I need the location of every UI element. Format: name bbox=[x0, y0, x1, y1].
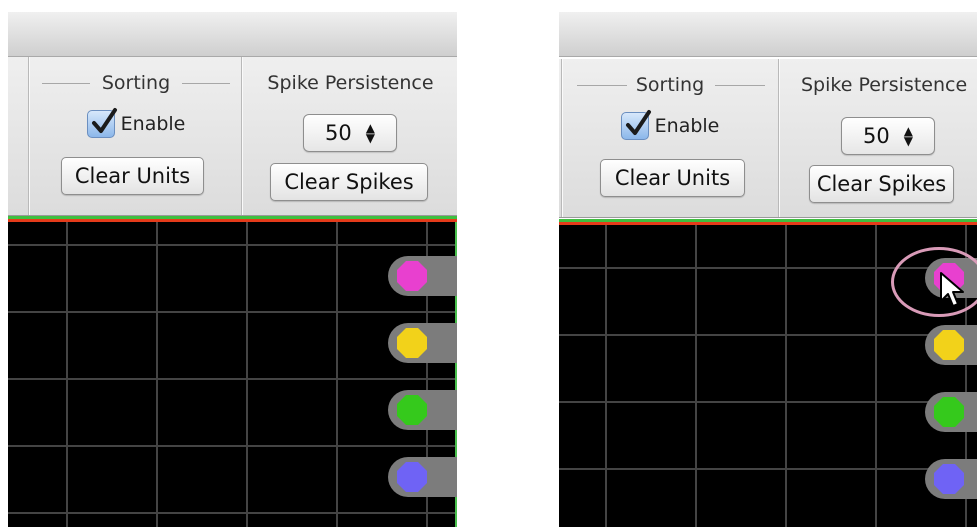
spike-persistence-value: 50 bbox=[863, 124, 890, 148]
unit-color-dot bbox=[934, 330, 964, 360]
enable-checkbox[interactable] bbox=[86, 108, 117, 138]
sorting-section: Sorting Enable Clear Units bbox=[565, 59, 775, 217]
grid-line bbox=[8, 445, 457, 447]
screenshot-before: Sorting Enable Clear Units Spike Persist… bbox=[8, 12, 457, 527]
sorting-title: Sorting bbox=[635, 74, 705, 96]
grid-line bbox=[559, 334, 977, 336]
clear-units-button[interactable]: Clear Units bbox=[600, 159, 745, 197]
unit-selector-tab[interactable] bbox=[925, 392, 977, 432]
screenshot-after: Sorting Enable Clear Units Spike Persist… bbox=[559, 12, 977, 527]
unit-selector-tab[interactable] bbox=[925, 459, 977, 499]
grid-line bbox=[8, 244, 457, 246]
grid-line bbox=[559, 401, 977, 403]
toolbar-separator bbox=[241, 57, 243, 215]
spike-plot[interactable] bbox=[559, 225, 977, 527]
up-down-arrows-icon: ▲ ▼ bbox=[903, 124, 913, 148]
spike-persistence-stepper[interactable]: 50 ▲ ▼ bbox=[841, 117, 935, 155]
checkmark-icon bbox=[625, 110, 651, 135]
enable-checkbox[interactable] bbox=[620, 110, 651, 140]
mouse-cursor-icon bbox=[940, 272, 964, 307]
grid-line bbox=[8, 512, 457, 514]
toolbar-separator bbox=[778, 59, 780, 217]
unit-color-dot bbox=[934, 397, 964, 427]
checkmark-icon bbox=[91, 108, 117, 133]
grid-line bbox=[695, 225, 697, 527]
spike-persistence-title: Spike Persistence bbox=[801, 74, 968, 96]
grid-line bbox=[246, 222, 248, 527]
grid-line bbox=[605, 225, 607, 527]
sorting-title: Sorting bbox=[101, 72, 171, 94]
grid-line bbox=[66, 222, 68, 527]
toolbar-separator bbox=[561, 59, 563, 217]
unit-color-dot bbox=[397, 261, 427, 291]
spike-plot[interactable] bbox=[8, 222, 457, 527]
clear-units-button[interactable]: Clear Units bbox=[61, 157, 204, 195]
grid-line bbox=[559, 468, 977, 470]
spike-persistence-section: Spike Persistence 50 ▲ ▼ Clear Spikes bbox=[244, 57, 457, 215]
enable-label: Enable bbox=[654, 115, 720, 137]
unit-selector-tab[interactable] bbox=[388, 390, 457, 430]
grid-line bbox=[875, 225, 877, 527]
enable-label: Enable bbox=[120, 113, 186, 135]
toolbar: Sorting Enable Clear Units Spike Persist… bbox=[559, 59, 977, 218]
unit-color-dot bbox=[934, 464, 964, 494]
unit-color-dot bbox=[397, 462, 427, 492]
up-down-arrows-icon: ▲ ▼ bbox=[365, 121, 375, 145]
clear-spikes-button[interactable]: Clear Spikes bbox=[809, 165, 954, 203]
window-titlebar bbox=[8, 12, 457, 57]
window-titlebar bbox=[559, 12, 977, 57]
unit-selector-tab[interactable] bbox=[388, 256, 457, 296]
grid-line bbox=[336, 222, 338, 527]
unit-selector-tab[interactable] bbox=[388, 323, 457, 363]
grid-line bbox=[785, 225, 787, 527]
grid-line bbox=[156, 222, 158, 527]
toolbar-separator bbox=[28, 57, 30, 215]
spike-persistence-section: Spike Persistence 50 ▲ ▼ Clear Spikes bbox=[781, 59, 977, 217]
unit-color-dot bbox=[397, 395, 427, 425]
unit-selector-tab[interactable] bbox=[925, 325, 977, 365]
clear-spikes-button[interactable]: Clear Spikes bbox=[270, 163, 428, 201]
spike-persistence-stepper[interactable]: 50 ▲ ▼ bbox=[303, 114, 397, 152]
spike-persistence-title: Spike Persistence bbox=[267, 72, 434, 94]
sorting-section: Sorting Enable Clear Units bbox=[32, 57, 240, 215]
unit-color-dot bbox=[397, 328, 427, 358]
grid-line bbox=[8, 311, 457, 313]
toolbar: Sorting Enable Clear Units Spike Persist… bbox=[8, 57, 457, 216]
unit-selector-tab[interactable] bbox=[388, 457, 457, 497]
enable-checkbox-row[interactable]: Enable bbox=[565, 109, 775, 143]
grid-line bbox=[8, 378, 457, 380]
enable-checkbox-row[interactable]: Enable bbox=[32, 107, 240, 141]
spike-persistence-value: 50 bbox=[325, 121, 352, 145]
